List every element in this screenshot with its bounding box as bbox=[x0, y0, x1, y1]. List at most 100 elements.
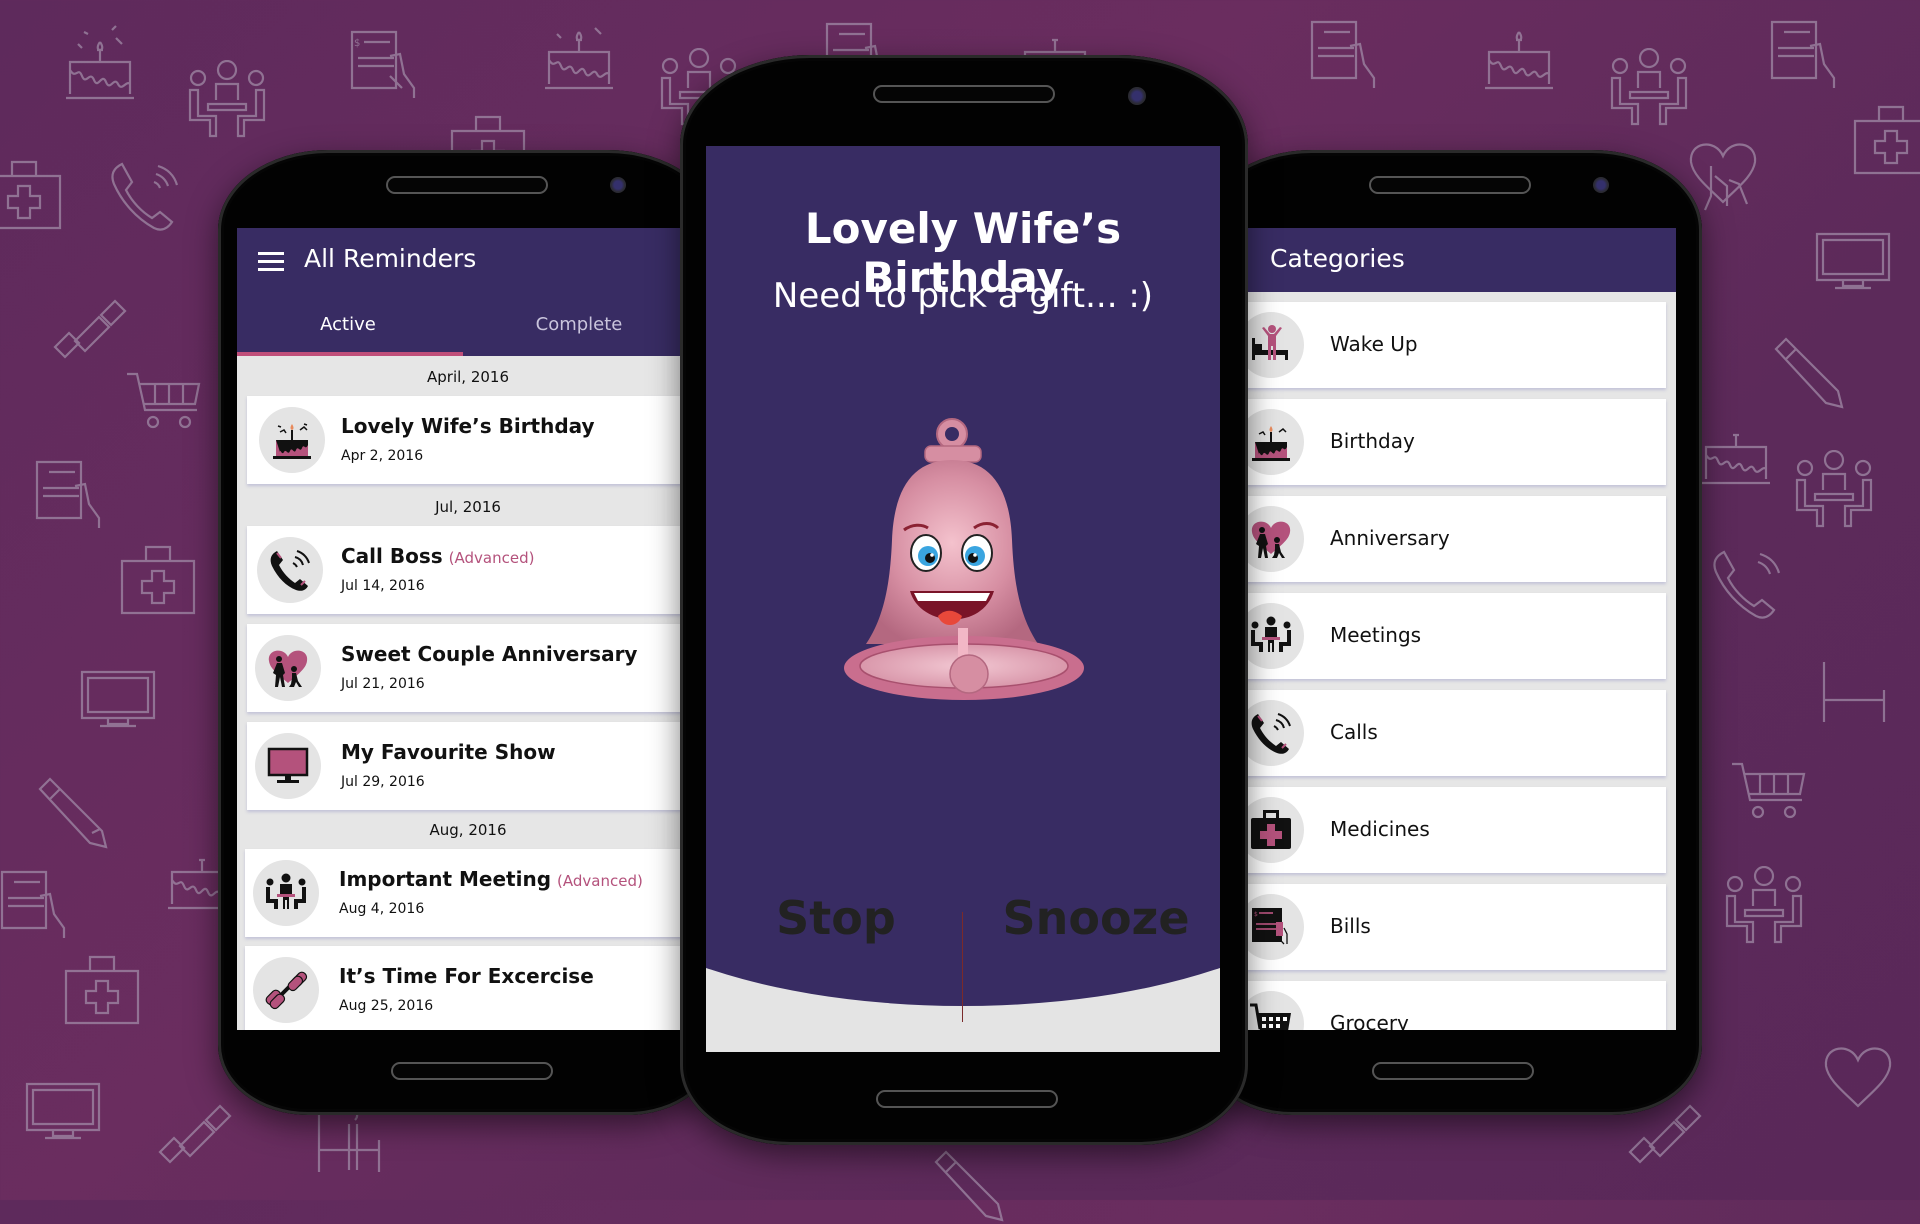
tv-outline-icon bbox=[80, 670, 156, 728]
list-item[interactable]: It’s Time For Excercise Aug 25, 2016 bbox=[245, 946, 697, 1030]
app-bar: All Reminders Active Complete bbox=[237, 228, 699, 356]
cart-outline-icon bbox=[127, 372, 201, 429]
camera-lens bbox=[1593, 177, 1609, 193]
cart-outline-icon bbox=[1732, 762, 1806, 819]
meeting-outline-icon bbox=[1725, 866, 1803, 944]
bill-outline-icon bbox=[35, 460, 101, 528]
category-label: Medicines bbox=[1330, 817, 1430, 841]
list-item[interactable]: Lovely Wife’s Birthday Apr 2, 2016 bbox=[247, 396, 699, 484]
smiling-bell-icon bbox=[842, 416, 1086, 716]
category-item-wake-up[interactable]: Wake Up bbox=[1230, 302, 1666, 388]
home-speaker-grille bbox=[391, 1062, 553, 1080]
list-item[interactable]: Important Meeting (Advanced) Aug 4, 2016 bbox=[245, 849, 697, 937]
active-tab-indicator bbox=[237, 352, 463, 356]
phone-call-outline-icon bbox=[1713, 550, 1781, 619]
stop-button[interactable]: Stop bbox=[736, 891, 936, 945]
anniversary-heart-icon bbox=[255, 635, 321, 701]
medicine-kit-outline-icon bbox=[1853, 105, 1920, 175]
speaker-grille bbox=[873, 85, 1055, 103]
category-label: Birthday bbox=[1330, 429, 1415, 453]
reminder-title: Sweet Couple Anniversary bbox=[341, 642, 638, 666]
reminder-date: Aug 4, 2016 bbox=[339, 901, 425, 917]
phone-call-icon bbox=[257, 537, 323, 603]
category-item-grocery[interactable]: Grocery bbox=[1230, 981, 1666, 1030]
cake-outline-icon bbox=[1485, 31, 1553, 90]
reminder-title: Important Meeting (Advanced) bbox=[339, 867, 643, 891]
app-bar: Categories bbox=[1230, 228, 1676, 292]
section-header: Aug, 2016 bbox=[429, 821, 507, 839]
reminder-title-text: Call Boss bbox=[341, 544, 443, 568]
reminder-date: Jul 21, 2016 bbox=[341, 676, 425, 692]
category-item-bills[interactable]: $ Bills bbox=[1230, 884, 1666, 970]
tab-active[interactable]: Active bbox=[237, 314, 459, 335]
cake-outline-icon bbox=[66, 25, 134, 100]
list-item[interactable]: Sweet Couple Anniversary Jul 21, 2016 bbox=[247, 624, 699, 712]
heart-couple-outline-icon bbox=[1824, 1047, 1892, 1108]
reminder-title: It’s Time For Excercise bbox=[339, 964, 594, 988]
center-phone: Lovely Wife’s Birthday Need to pick a gi… bbox=[680, 55, 1248, 1145]
alarm-note: Need to pick a gift... :) bbox=[772, 276, 1154, 316]
pencil-outline-icon bbox=[38, 777, 108, 849]
speaker-grille bbox=[386, 176, 548, 194]
tv-outline-icon bbox=[25, 1082, 101, 1140]
snooze-button[interactable]: Snooze bbox=[986, 891, 1206, 945]
home-speaker-grille bbox=[876, 1090, 1058, 1108]
category-label: Calls bbox=[1330, 720, 1378, 744]
category-label: Meetings bbox=[1330, 623, 1422, 647]
reminder-date: Aug 25, 2016 bbox=[339, 998, 434, 1014]
reminder-title-text: Important Meeting bbox=[339, 867, 552, 891]
category-item-birthday[interactable]: Birthday bbox=[1230, 399, 1666, 485]
categories-screen: Categories Wake Up Birthday Anniversary Mee… bbox=[1230, 228, 1676, 1030]
speaker-grille bbox=[1369, 176, 1531, 194]
reminder-date: Apr 2, 2016 bbox=[341, 448, 424, 464]
bill-outline-icon bbox=[0, 870, 66, 938]
wake-up-outline-icon bbox=[317, 1110, 381, 1172]
cake-outline-icon bbox=[545, 27, 613, 90]
advanced-tag: (Advanced) bbox=[557, 872, 643, 890]
category-item-anniversary[interactable]: Anniversary bbox=[1230, 496, 1666, 582]
reminder-title: My Favourite Show bbox=[341, 740, 556, 764]
svg-text:$: $ bbox=[354, 38, 360, 49]
meeting-outline-icon bbox=[1795, 450, 1873, 528]
reminders-screen: All Reminders Active Complete April, 201… bbox=[237, 228, 699, 1030]
category-item-calls[interactable]: Calls bbox=[1230, 690, 1666, 776]
reminder-title: Call Boss (Advanced) bbox=[341, 544, 534, 568]
category-label: Wake Up bbox=[1330, 332, 1418, 356]
medicine-kit-outline-icon bbox=[64, 955, 140, 1025]
list-item[interactable]: My Favourite Show Jul 29, 2016 bbox=[247, 722, 699, 810]
dumbbell-outline-icon bbox=[158, 1104, 232, 1164]
advanced-tag: (Advanced) bbox=[448, 549, 535, 567]
meeting-outline-icon bbox=[1610, 48, 1688, 126]
alarm-header-background bbox=[706, 686, 1220, 1006]
tv-monitor-icon bbox=[255, 733, 321, 799]
camera-lens bbox=[610, 177, 626, 193]
medicine-kit-outline-icon bbox=[120, 545, 196, 615]
category-label: Anniversary bbox=[1330, 526, 1450, 550]
bill-outline-icon bbox=[1310, 20, 1376, 88]
button-divider bbox=[962, 912, 963, 1022]
svg-text:$: $ bbox=[1254, 911, 1258, 918]
left-phone: All Reminders Active Complete April, 201… bbox=[218, 150, 718, 1115]
category-item-meetings[interactable]: Meetings bbox=[1230, 593, 1666, 679]
tv-outline-icon bbox=[1815, 232, 1891, 290]
page-title: All Reminders bbox=[304, 244, 477, 273]
section-header: April, 2016 bbox=[427, 368, 509, 386]
reminder-title: Lovely Wife’s Birthday bbox=[341, 414, 595, 438]
alarm-screen: Lovely Wife’s Birthday Need to pick a gi… bbox=[706, 146, 1220, 1052]
dumbbell-outline-icon bbox=[53, 299, 127, 359]
tab-complete[interactable]: Complete bbox=[459, 314, 699, 335]
cake-outline-icon bbox=[1702, 433, 1770, 485]
pencil-outline-icon bbox=[1774, 337, 1844, 409]
category-item-medicines[interactable]: Medicines bbox=[1230, 787, 1666, 873]
bill-outline-icon bbox=[1770, 20, 1836, 88]
reminder-date: Jul 29, 2016 bbox=[341, 774, 425, 790]
medicine-kit-outline-icon bbox=[0, 160, 62, 230]
pencil-outline-icon bbox=[934, 1150, 1004, 1222]
camera-lens bbox=[1128, 87, 1146, 105]
hamburger-menu-icon[interactable] bbox=[258, 252, 284, 272]
wake-up-outline-icon bbox=[1822, 662, 1886, 722]
list-item[interactable]: Call Boss (Advanced) Jul 14, 2016 bbox=[247, 526, 699, 614]
meeting-outline-icon bbox=[188, 60, 266, 138]
dumbbell-icon bbox=[253, 957, 319, 1023]
category-label: Grocery bbox=[1330, 1011, 1409, 1030]
